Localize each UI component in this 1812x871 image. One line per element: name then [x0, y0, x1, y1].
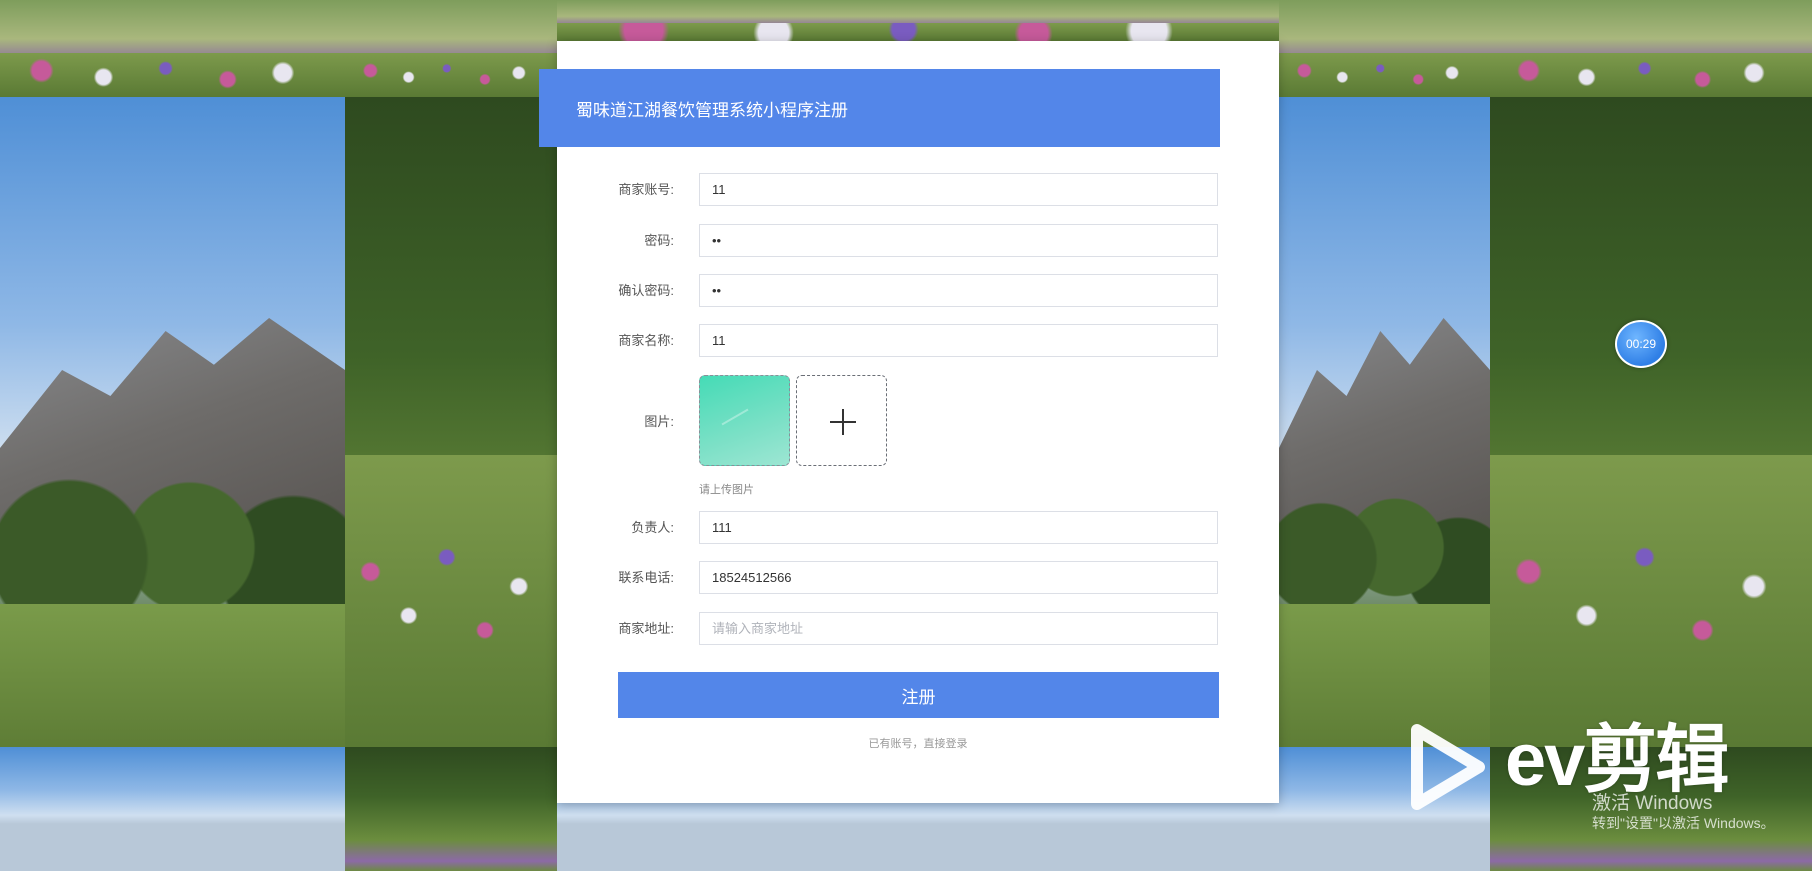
- uploaded-image-thumbnail[interactable]: [699, 375, 790, 466]
- form-row-person-in-charge: 负责人:: [557, 511, 1279, 545]
- password-label: 密码:: [644, 233, 674, 248]
- page-title: 蜀味道江湖餐饮管理系统小程序注册: [576, 100, 848, 120]
- merchant-name-input[interactable]: [699, 324, 1218, 357]
- bg-tile: [345, 97, 557, 747]
- form-row-merchant-name: 商家名称:: [557, 324, 1279, 358]
- form-row-image: 图片:: [557, 375, 1279, 469]
- form-row-address: 商家地址:: [557, 612, 1279, 646]
- plus-icon: [842, 409, 844, 435]
- bg-tile: [1279, 0, 1490, 97]
- person-in-charge-label: 负责人:: [631, 520, 674, 535]
- confirm-password-label: 确认密码:: [618, 283, 674, 298]
- bg-tile: [0, 0, 345, 97]
- account-input[interactable]: [699, 173, 1218, 206]
- bg-tile: [1279, 747, 1490, 871]
- confirm-password-input[interactable]: [699, 274, 1218, 307]
- recording-timer-badge[interactable]: 00:29: [1615, 320, 1667, 368]
- person-in-charge-input[interactable]: [699, 511, 1218, 544]
- bg-tile: [557, 0, 1279, 41]
- form-row-phone: 联系电话:: [557, 561, 1279, 595]
- bg-tile: [345, 0, 557, 97]
- address-input[interactable]: [699, 612, 1218, 645]
- register-card: 蜀味道江湖餐饮管理系统小程序注册 商家账号: 密码: 确认密码: 商家名称: 图…: [539, 41, 1279, 803]
- bg-tile: [345, 747, 557, 871]
- form-row-password: 密码:: [557, 224, 1279, 258]
- address-label: 商家地址:: [618, 621, 674, 636]
- password-input[interactable]: [699, 224, 1218, 257]
- register-button[interactable]: 注册: [618, 672, 1219, 718]
- merchant-name-label: 商家名称:: [618, 333, 674, 348]
- phone-label: 联系电话:: [618, 570, 674, 585]
- bg-tile: [1490, 0, 1812, 97]
- bg-tile: [1490, 97, 1812, 747]
- image-label: 图片:: [644, 414, 674, 429]
- timer-text: 00:29: [1625, 337, 1657, 351]
- card-header: 蜀味道江湖餐饮管理系统小程序注册: [539, 69, 1220, 147]
- form-row-confirm-password: 确认密码:: [557, 274, 1279, 308]
- image-upload-button[interactable]: [796, 375, 887, 466]
- account-label: 商家账号:: [618, 182, 674, 197]
- bg-tile: [0, 747, 345, 871]
- bg-tile: [1279, 97, 1490, 747]
- bg-tile: [0, 97, 345, 747]
- login-link[interactable]: 已有账号，直接登录: [557, 735, 1279, 751]
- bg-tile: [1490, 747, 1812, 871]
- form-row-account: 商家账号:: [557, 173, 1279, 207]
- image-upload-hint: 请上传图片: [699, 484, 754, 496]
- phone-input[interactable]: [699, 561, 1218, 594]
